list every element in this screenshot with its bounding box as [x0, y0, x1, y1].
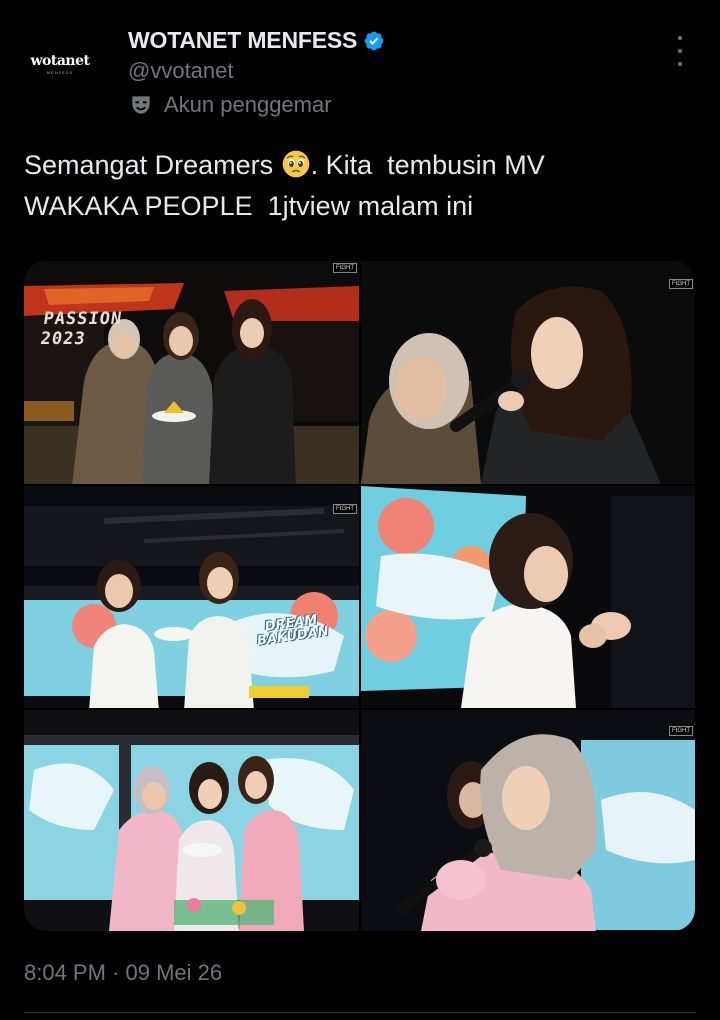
tweet-line-1: Semangat Dreamers . Kita tembusin MV [24, 145, 694, 186]
theater-mask-icon [132, 96, 150, 114]
tweet-text: Semangat Dreamers . Kita tembusin MV WAK… [24, 145, 694, 227]
photo-1[interactable]: PASSION 2023 FIGHT [24, 261, 359, 484]
divider [24, 1012, 696, 1013]
tweet-text-part: Semangat Dreamers [24, 150, 281, 180]
photo-4[interactable] [361, 486, 695, 708]
account-label-text: Akun penggemar [164, 92, 332, 117]
photo-3[interactable]: FIGHT [24, 486, 359, 708]
photo-1-overlay-text: PASSION 2023 [39, 309, 124, 349]
display-name[interactable]: WOTANET MENFESS [128, 27, 357, 54]
timestamp-time: 8:04 PM [24, 960, 106, 985]
photo-6-badge: FIGHT [669, 726, 693, 736]
photo-5[interactable] [24, 710, 359, 931]
tweet-text-part: . Kita tembusin MV [310, 150, 545, 180]
author-name-row: WOTANET MENFESS [128, 27, 385, 54]
photo-2[interactable]: FIGHT [361, 261, 695, 484]
avatar-sub-text: MENFESS [46, 70, 74, 75]
pleading-face-emoji [282, 150, 309, 178]
photo-3-badge: FIGHT [333, 504, 357, 514]
tweet-timestamp[interactable]: 8:04 PM · 09 Mei 26 [24, 960, 222, 986]
media-grid[interactable]: PASSION 2023 FIGHT FIGHT FIGHT FIGHT DRE… [24, 261, 695, 931]
timestamp-date: 09 Mei 26 [125, 960, 223, 985]
timestamp-separator: · [105, 960, 126, 985]
account-label: Akun penggemar [128, 92, 332, 118]
more-options-icon[interactable] [668, 36, 692, 66]
avatar-logo-text: wotanet [30, 53, 90, 69]
handle[interactable]: @vvotanet [128, 58, 234, 84]
tweet-line-2: WAKAKA PEOPLE 1jtview malam ini [24, 191, 474, 221]
photo-1-badge: FIGHT [333, 263, 357, 273]
avatar[interactable]: wotanet MENFESS [24, 28, 96, 100]
photo-6[interactable]: FIGHT [361, 710, 695, 931]
verified-badge-icon [364, 31, 384, 50]
photo-2-badge: FIGHT [669, 279, 693, 289]
